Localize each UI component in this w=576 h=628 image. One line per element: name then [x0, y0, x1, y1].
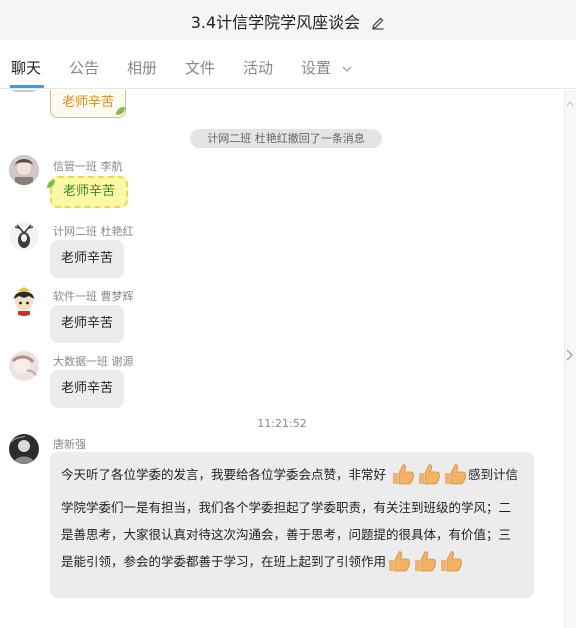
- tab-bar: 聊天 公告 相册 文件 活动 设置: [0, 40, 576, 89]
- tab-announcement[interactable]: 公告: [69, 57, 99, 78]
- message-bubble: 老师辛苦: [50, 176, 129, 208]
- scroll-right-arrow-icon[interactable]: [566, 346, 574, 365]
- tab-settings[interactable]: 设置: [301, 57, 352, 78]
- leaf-icon: [114, 102, 126, 121]
- avatar[interactable]: [9, 434, 39, 464]
- leaf-icon: [46, 174, 56, 193]
- tab-activities[interactable]: 活动: [243, 57, 273, 78]
- thumbs-up-icon: [391, 463, 415, 494]
- message-bubble: 老师辛苦: [50, 240, 125, 278]
- tab-settings-label: 设置: [301, 59, 332, 77]
- system-notice: 计网二班 杜艳红撤回了一条消息: [190, 129, 382, 148]
- scroll-up-icon[interactable]: [566, 92, 574, 111]
- thumbs-up-icon: [417, 463, 441, 494]
- group-title: 3.4计信学院学风座谈会: [0, 9, 576, 34]
- sender-name: 软件一班 曹梦辉: [53, 290, 134, 303]
- active-tab-indicator: [10, 85, 44, 88]
- title-bar: 3.4计信学院学风座谈会: [0, 0, 576, 40]
- sender-name: 信管一班 李航: [53, 160, 123, 173]
- edit-icon[interactable]: [371, 15, 385, 34]
- sender-name: 计网二班 杜艳红: [53, 225, 134, 238]
- avatar[interactable]: [9, 155, 39, 185]
- avatar: [9, 90, 39, 92]
- thumbs-up-icon: [439, 550, 463, 581]
- group-title-text: 3.4计信学院学风座谈会: [190, 13, 361, 32]
- chat-messages[interactable]: 老师辛苦 计网二班 杜艳红撤回了一条消息 信管一班 李航 老师辛苦 计网二班 杜…: [0, 90, 576, 628]
- tab-chat[interactable]: 聊天: [11, 57, 41, 78]
- tab-album[interactable]: 相册: [127, 57, 157, 78]
- avatar[interactable]: [9, 221, 39, 251]
- thumbs-up-icon: [413, 550, 437, 581]
- thumbs-up-icon: [443, 463, 467, 494]
- avatar[interactable]: [9, 286, 39, 316]
- chevron-down-icon: [342, 58, 352, 76]
- avatar[interactable]: [9, 351, 39, 381]
- message-timestamp: 11:21:52: [257, 417, 307, 430]
- sender-name: 大数据一班 谢源: [53, 355, 134, 368]
- thumbs-up-icon: [387, 550, 411, 581]
- message-bubble: 老师辛苦: [50, 370, 125, 408]
- message-text: 今天听了各位学委的发言，我要给各位学委会点赞，非常好: [61, 467, 387, 482]
- sender-name: 唐新强: [53, 438, 86, 451]
- tab-files[interactable]: 文件: [185, 57, 215, 78]
- message-bubble: 今天听了各位学委的发言，我要给各位学委会点赞，非常好 感到计信学院学委们一是有担…: [50, 452, 534, 598]
- message-bubble: 老师辛苦: [50, 305, 125, 343]
